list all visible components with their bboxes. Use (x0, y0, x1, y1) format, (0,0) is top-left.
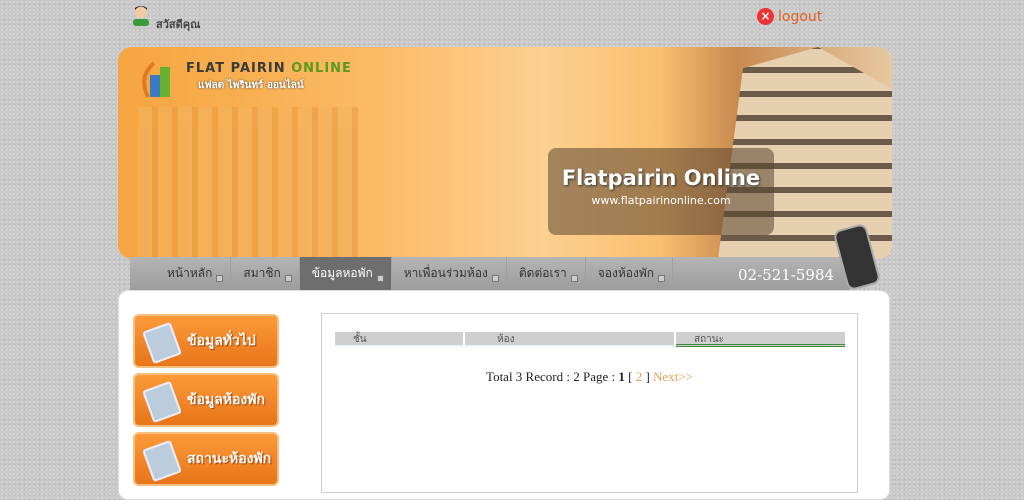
building-image (138, 107, 358, 257)
greeting-text: สวัสดีคุณ (156, 18, 201, 31)
sidebar-item-room-info[interactable]: ข้อมูลห้องพัก (133, 373, 279, 427)
close-icon: × (757, 8, 774, 25)
column-header-status: สถานะ (676, 332, 845, 347)
nav-label: หน้าหลัก (167, 266, 213, 280)
logout-label: logout (778, 8, 823, 25)
logo-title-accent: ONLINE (291, 61, 352, 76)
pager-bracket: ] (642, 369, 654, 384)
column-header-floor: ชั้น (335, 332, 463, 347)
nav-label: หาเพื่อนร่วมห้อง (403, 266, 488, 280)
sidebar-label: ข้อมูลห้องพัก (187, 392, 265, 408)
nav-label: ติดต่อเรา (518, 266, 567, 280)
phone-number: 02-521-5984 (738, 266, 835, 284)
sidebar-label: ข้อมูลทั่วไป (187, 333, 256, 349)
nav-item-contact[interactable]: ติดต่อเรา (507, 257, 586, 290)
bullet-icon (216, 275, 224, 282)
site-card: Flatpairin Online www.flatpairinonline.c… (548, 148, 774, 235)
bullet-icon (658, 275, 666, 282)
logo-title: FLAT PAIRIN ONLINE (186, 61, 352, 76)
bullet-icon (376, 275, 384, 282)
pager-next-link[interactable]: Next>> (653, 369, 693, 384)
logo-subtitle: แฟลต ไพรินทร์ ออนไลน์ (198, 80, 304, 91)
pager-bracket: [ (624, 369, 636, 384)
book-icon (142, 321, 182, 365)
logout-button[interactable]: × logout (757, 8, 822, 25)
sidebar-label: สถานะห้องพัก (187, 451, 272, 467)
book-icon (142, 380, 182, 424)
pagination: Total 3 Record : 2 Page : 1 [ 2 ] Next>> (321, 369, 858, 385)
sidebar-item-room-status[interactable]: สถานะห้องพัก (133, 432, 279, 486)
bullet-icon (570, 275, 578, 282)
header-banner: FLAT PAIRIN ONLINE แฟลต ไพรินทร์ ออนไลน์… (118, 47, 892, 259)
book-icon (142, 439, 182, 483)
pager-summary: Total 3 Record : 2 Page : (486, 369, 619, 384)
bullet-icon (491, 275, 499, 282)
nav-label: สมาชิก (243, 266, 281, 280)
sidebar-item-general-info[interactable]: ข้อมูลทั่วไป (133, 314, 279, 368)
column-header-room: ห้อง (465, 332, 674, 347)
nav-label: จองห้องพัก (597, 266, 655, 280)
nav-item-home[interactable]: หน้าหลัก (155, 257, 232, 290)
nav-item-members[interactable]: สมาชิก (231, 257, 300, 290)
nav-label: ข้อมูลหอพัก (311, 266, 373, 280)
user-avatar-icon (133, 6, 149, 26)
site-name: Flatpairin Online (561, 166, 761, 190)
site-url: www.flatpairinonline.com (591, 194, 731, 207)
logo-icon (142, 61, 170, 98)
logo-title-text: FLAT PAIRIN (186, 61, 286, 76)
bullet-icon (284, 275, 292, 282)
nav-item-dorm-info[interactable]: ข้อมูลหอพัก (299, 257, 392, 290)
nav-item-find-roommate[interactable]: หาเพื่อนร่วมห้อง (392, 257, 507, 290)
nav-item-booking[interactable]: จองห้องพัก (586, 257, 674, 290)
